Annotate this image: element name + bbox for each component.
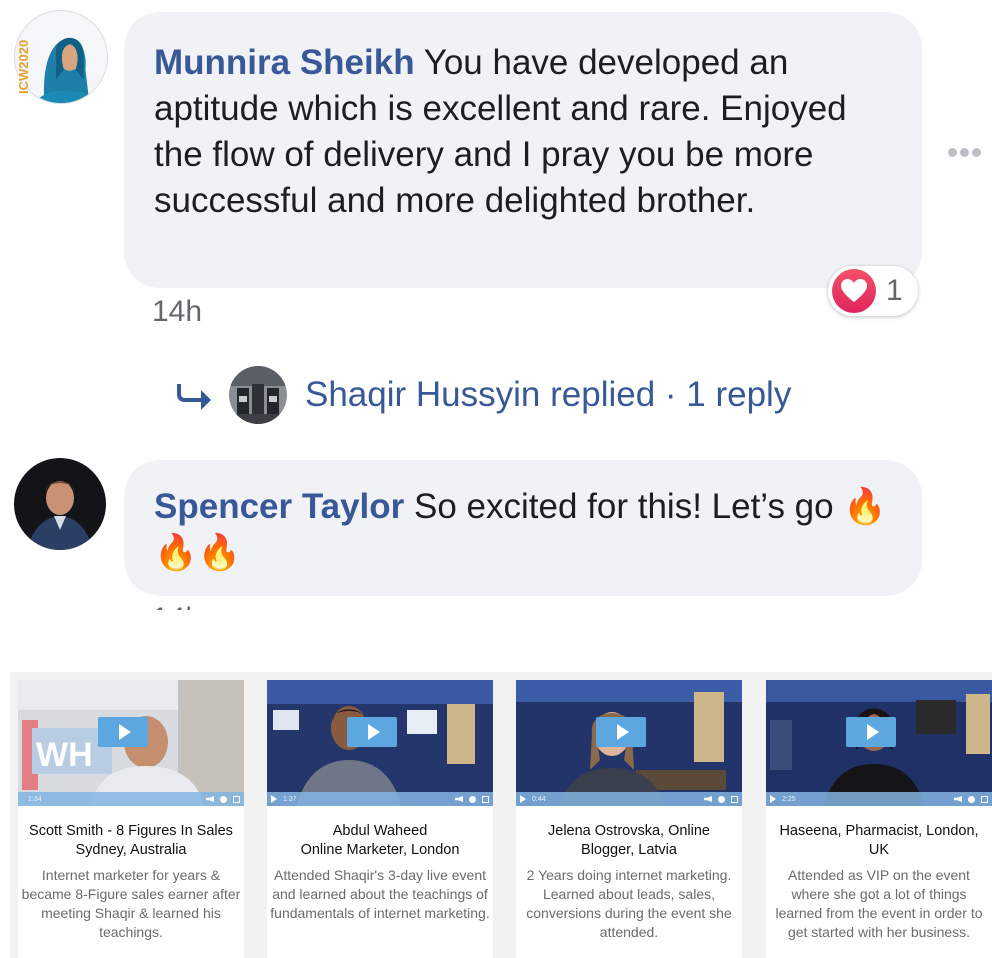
more-options-icon[interactable] [948, 144, 988, 164]
avatar-badge: ICW2020 [16, 39, 31, 94]
testimonial-description: 2 Years doing internet marketing. Learne… [526, 867, 732, 940]
settings-icon [968, 795, 975, 803]
volume-icon [704, 796, 712, 802]
testimonial-title: Haseena, Pharmacist, London, UK [779, 823, 979, 858]
volume-icon [954, 796, 962, 802]
fullscreen-icon [981, 795, 988, 803]
video-controls[interactable]: 1:34 [18, 792, 244, 806]
testimonial-card: WH 1:34 Scott Smith - 8 Figures In Sales… [18, 680, 244, 958]
testimonial-card: 0:44 Jelena Ostrovska, Online Blogger, L… [516, 680, 742, 958]
testimonial-description: Internet marketer for years & became 8-F… [21, 867, 241, 940]
comment-bubble: Munnira Sheikh You have developed an apt… [124, 12, 922, 288]
reaction-count: 1 [886, 274, 903, 307]
testimonial-title: Jelena Ostrovska, Online Blogger, Latvia [548, 823, 710, 858]
volume-icon [206, 796, 214, 802]
avatar-image [14, 458, 106, 550]
comment-timestamp[interactable]: 14h [152, 596, 212, 610]
volume-icon [455, 796, 463, 802]
video-duration: 1:37 [283, 795, 297, 803]
play-control-icon [271, 795, 277, 803]
video-player[interactable]: 0:44 [516, 680, 742, 806]
settings-icon [718, 795, 725, 803]
testimonial-card: 1:37 Abdul Waheed Online Marketer, Londo… [267, 680, 493, 958]
comment-author[interactable]: Munnira Sheikh [154, 43, 415, 82]
settings-icon [220, 795, 227, 803]
comment-bubble: Spencer Taylor So excited for this! Let’… [124, 460, 922, 596]
avatar-shaqir-hussyin[interactable] [229, 366, 287, 424]
testimonial-card: 2:25 Haseena, Pharmacist, London, UK Att… [766, 680, 992, 958]
video-controls[interactable]: 0:44 [516, 792, 742, 806]
settings-icon [469, 795, 476, 803]
play-control-icon [520, 795, 526, 803]
reply-arrow-icon [177, 384, 211, 410]
view-replies-link[interactable]: Shaqir Hussyin replied · 1 reply [175, 364, 791, 426]
video-player[interactable]: WH 1:34 [18, 680, 244, 806]
testimonial-title: Scott Smith - 8 Figures In Sales Sydney,… [29, 823, 233, 858]
fullscreen-icon [233, 795, 240, 803]
fullscreen-icon [731, 795, 738, 803]
heart-icon [832, 269, 876, 313]
play-icon[interactable] [98, 717, 148, 747]
video-player[interactable]: 1:37 [267, 680, 493, 806]
play-icon[interactable] [846, 717, 896, 747]
testimonials-section: WH 1:34 Scott Smith - 8 Figures In Sales… [10, 672, 992, 958]
avatar-spencer-taylor[interactable] [14, 458, 106, 550]
testimonial-description: Attended as VIP on the event where she g… [775, 867, 983, 940]
video-duration: 2:25 [782, 795, 796, 803]
play-icon[interactable] [596, 717, 646, 747]
video-controls[interactable]: 1:37 [267, 792, 493, 806]
reaction-badge[interactable]: 1 [828, 266, 918, 316]
video-player[interactable]: 2:25 [766, 680, 992, 806]
fullscreen-icon [482, 795, 489, 803]
play-control-icon [770, 795, 776, 803]
video-controls[interactable]: 2:25 [766, 792, 992, 806]
comment-timestamp[interactable]: 14h [152, 295, 202, 329]
svg-text:WH: WH [36, 736, 93, 774]
video-duration: 1:34 [28, 795, 42, 803]
video-duration: 0:44 [532, 795, 546, 803]
testimonial-title: Abdul Waheed Online Marketer, London [300, 823, 460, 858]
testimonial-description: Attended Shaqir's 3-day live event and l… [270, 867, 490, 921]
play-icon[interactable] [347, 717, 397, 747]
comment-author[interactable]: Spencer Taylor [154, 487, 404, 526]
reply-summary[interactable]: Shaqir Hussyin replied · 1 reply [305, 375, 791, 415]
